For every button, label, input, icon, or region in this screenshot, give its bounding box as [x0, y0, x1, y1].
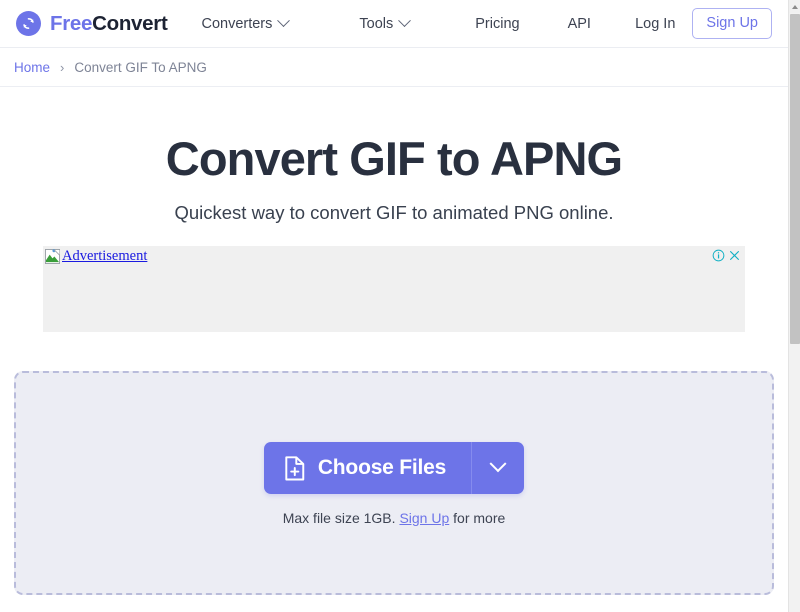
breadcrumb-home-link[interactable]: Home: [14, 60, 50, 75]
navbar-actions: Log In Sign Up: [635, 7, 772, 40]
log-in-link[interactable]: Log In: [635, 16, 675, 32]
refresh-circle-icon: [16, 11, 41, 36]
breadcrumb: Home › Convert GIF To APNG: [0, 48, 788, 87]
max-file-size-prefix: Max file size 1GB.: [282, 510, 396, 526]
scrollbar-thumb[interactable]: [790, 14, 800, 344]
advertisement-broken-image-link[interactable]: Advertisement: [45, 248, 147, 265]
sign-up-button[interactable]: Sign Up: [692, 7, 772, 40]
dropzone-content: Choose Files Max file size 1GB. Sign Up …: [16, 442, 772, 526]
nav-item-pricing[interactable]: Pricing: [475, 16, 519, 32]
brand-logo[interactable]: FreeConvert: [16, 11, 168, 36]
advertisement-controls: [712, 249, 741, 266]
breadcrumb-separator-icon: ›: [60, 59, 65, 75]
file-add-icon: [285, 455, 305, 480]
choose-files-label: Choose Files: [317, 456, 447, 479]
brand-name-convert: Convert: [92, 11, 168, 35]
page-title: Convert GIF to APNG: [165, 132, 623, 185]
page-subtitle: Quickest way to convert GIF to animated …: [174, 202, 614, 224]
brand-name-free: Free: [50, 11, 93, 35]
breadcrumb-current-page: Convert GIF To APNG: [74, 59, 207, 75]
page-root: FreeConvert Converters Tools Pricing API…: [0, 0, 788, 612]
nav-item-pricing-label: Pricing: [475, 15, 520, 32]
nav-item-api[interactable]: API: [568, 16, 591, 32]
max-file-size-note: Max file size 1GB. Sign Up for more: [16, 510, 772, 526]
top-navigation-bar: FreeConvert Converters Tools Pricing API…: [0, 0, 788, 48]
choose-files-button[interactable]: Choose Files: [263, 442, 472, 494]
max-file-size-suffix: for more: [453, 510, 506, 526]
chevron-down-icon: [489, 455, 507, 473]
ad-choices-info-icon[interactable]: [712, 249, 725, 266]
vertical-scrollbar[interactable]: [788, 0, 800, 612]
broken-image-icon: [45, 249, 60, 265]
chevron-down-icon: [398, 14, 412, 28]
nav-item-tools[interactable]: Tools: [359, 14, 412, 32]
scroll-up-arrow-icon[interactable]: [789, 0, 800, 13]
advertisement-alt-text: Advertisement: [62, 248, 148, 265]
chevron-down-icon: [277, 14, 291, 28]
choose-files-dropdown-button[interactable]: [471, 442, 525, 494]
nav-item-converters[interactable]: Converters: [201, 14, 291, 32]
file-dropzone[interactable]: Choose Files Max file size 1GB. Sign Up …: [14, 371, 774, 595]
nav-item-converters-label: Converters: [201, 15, 273, 32]
nav-item-tools-label: Tools: [359, 15, 394, 32]
max-size-sign-up-link[interactable]: Sign Up: [399, 510, 449, 526]
choose-files-group: Choose Files: [263, 442, 525, 494]
advertisement-banner: Advertisement: [43, 246, 745, 333]
ad-close-icon[interactable]: [728, 249, 741, 266]
navbar-links: Converters Tools Pricing API: [201, 14, 591, 32]
brand-name: FreeConvert: [50, 11, 168, 36]
hero-section: Convert GIF to APNG Quickest way to conv…: [0, 87, 788, 224]
scroll-up-triangle: [792, 4, 798, 9]
nav-item-api-label: API: [567, 15, 591, 32]
